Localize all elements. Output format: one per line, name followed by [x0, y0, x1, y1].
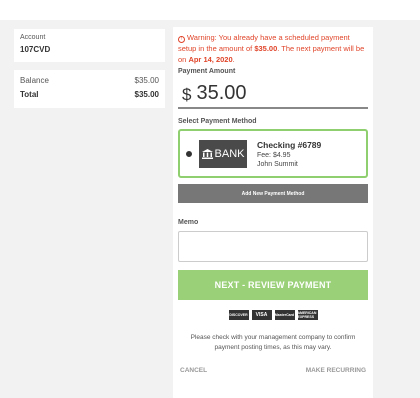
balance-row: Balance $35.00 — [20, 76, 159, 85]
account-value: 107CVD — [20, 45, 51, 54]
visa-logo: VISA — [251, 310, 272, 320]
bank-icon — [201, 148, 213, 159]
cancel-button[interactable]: CANCEL — [180, 367, 207, 374]
bank-holder: John Summit — [257, 160, 298, 168]
memo-input[interactable] — [178, 231, 368, 262]
account-card: Account 107CVD — [14, 29, 165, 62]
bank-badge: BANK — [199, 139, 247, 168]
add-payment-method-button[interactable]: Add New Payment Method — [178, 184, 368, 203]
card-logos: DISCOVER VISA MasterCard AMERICAN EXPRES… — [178, 310, 368, 320]
memo-label: Memo — [178, 219, 199, 226]
payment-method-label: Select Payment Method — [178, 118, 257, 125]
discover-logo: DISCOVER — [228, 310, 249, 320]
payment-amount-label: Payment Amount — [178, 68, 236, 75]
total-label: Total — [20, 90, 39, 99]
warning-suffix: . — [232, 55, 235, 64]
bank-badge-label: BANK — [214, 147, 245, 160]
bank-info: Checking #6789 Fee: $4.95 John Summit — [257, 140, 321, 168]
payment-method-radio[interactable] — [186, 150, 192, 157]
balance-value: $35.00 — [134, 76, 159, 85]
bank-account-name: Checking #6789 — [257, 139, 322, 150]
make-recurring-button[interactable]: MAKE RECURRING — [306, 367, 366, 374]
currency-symbol: $ — [182, 85, 192, 104]
next-review-payment-button[interactable]: NEXT - REVIEW PAYMENT — [178, 270, 368, 300]
mastercard-logo: MasterCard — [274, 310, 295, 320]
balance-label: Balance — [20, 76, 49, 85]
payment-form: ! Warning: You already have a scheduled p… — [173, 27, 373, 398]
posting-note: Please check with your management compan… — [190, 334, 356, 351]
account-label: Account — [20, 34, 46, 41]
total-row: Total $35.00 — [20, 90, 159, 99]
payment-amount-value[interactable]: 35.00 — [196, 82, 246, 105]
payment-amount-field[interactable]: $ 35.00 — [178, 82, 368, 109]
amex-logo: AMERICAN EXPRESS — [297, 310, 318, 320]
warning-amount: $35.00 — [254, 44, 278, 53]
warning-date: Apr 14, 2020 — [188, 55, 233, 64]
warning-circle-icon: ! — [178, 36, 185, 43]
form-footer: CANCEL MAKE RECURRING — [178, 367, 368, 374]
warning-message: ! Warning: You already have a scheduled p… — [178, 32, 368, 65]
payment-method-option[interactable]: BANK Checking #6789 Fee: $4.95 John Summ… — [178, 129, 368, 178]
top-bar — [0, 0, 420, 20]
bank-fee: Fee: $4.95 — [257, 151, 291, 159]
total-value: $35.00 — [134, 90, 159, 99]
balance-card: Balance $35.00 Total $35.00 — [14, 70, 165, 108]
